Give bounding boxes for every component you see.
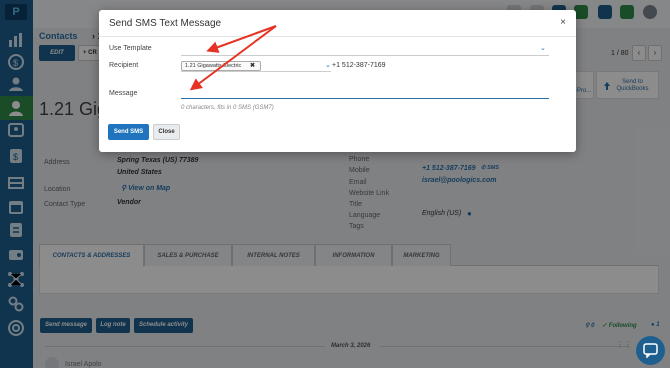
recipient-number: +1 512-387-7169: [332, 62, 386, 69]
message-label: Message: [109, 90, 138, 97]
recipient-tag: 1.21 Gigawatts Electric: [181, 61, 261, 71]
recipient-label: Recipient: [109, 62, 139, 69]
dialog-title: Send SMS Text Message: [109, 18, 222, 29]
chevron-down-icon[interactable]: ⌄: [540, 44, 546, 52]
close-icon[interactable]: ×: [558, 18, 568, 28]
remove-tag-icon[interactable]: ✖: [250, 62, 255, 69]
message-input[interactable]: [181, 88, 549, 99]
send-sms-dialog: Send SMS Text Message × Use Template ⌄ R…: [99, 10, 576, 152]
close-button[interactable]: Close: [153, 124, 180, 140]
send-sms-button[interactable]: Send SMS: [108, 124, 149, 140]
dialog-header-divider: [99, 36, 576, 37]
chat-bubble-icon: [643, 343, 658, 358]
chat-launcher-button[interactable]: [636, 336, 665, 365]
use-template-label: Use Template: [109, 45, 152, 52]
message-char-hint: 0 characters, fits in 0 SMS (GSM7): [181, 105, 274, 111]
recipient-chevron-down-icon[interactable]: ⌄: [325, 61, 331, 69]
template-select[interactable]: [181, 45, 549, 56]
